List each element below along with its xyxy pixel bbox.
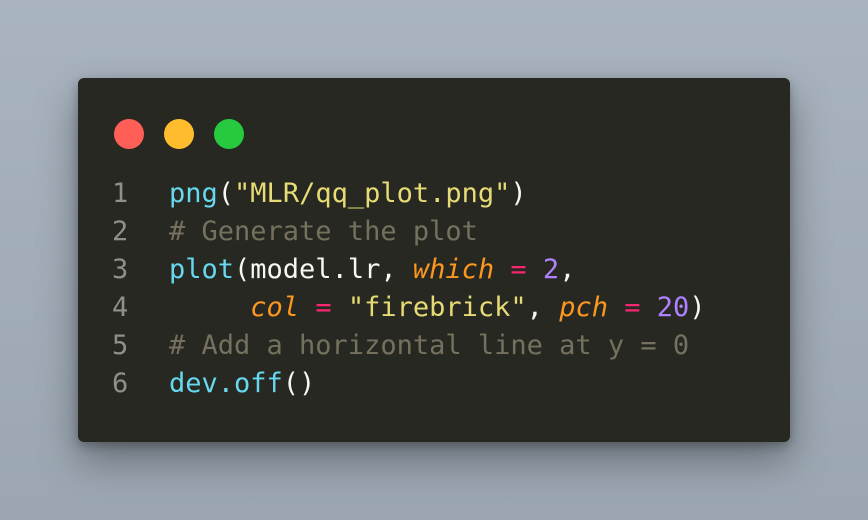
code-line: 3 plot(model.lr, which = 2, <box>112 251 706 289</box>
code-line: 4 col = "firebrick", pch = 20) <box>112 289 706 327</box>
code-token: ) <box>689 292 706 323</box>
code-token: = <box>624 292 641 323</box>
line-number: 2 <box>112 216 129 247</box>
code-token: , <box>559 254 576 285</box>
code-token: plot <box>169 254 235 285</box>
code-token: ) <box>510 178 527 209</box>
line-number: 4 <box>112 292 129 323</box>
code-token: which <box>412 254 495 285</box>
code-token: # Add a horizontal line at y = 0 <box>169 330 690 361</box>
code-token: pch <box>559 292 608 323</box>
code-token: (model.lr, <box>234 254 413 285</box>
line-source: # Generate the plot <box>169 213 478 251</box>
line-number: 1 <box>112 178 129 209</box>
line-number: 6 <box>112 368 129 399</box>
code-window: 1 png("MLR/qq_plot.png") 2 # Generate the p… <box>78 78 790 442</box>
line-source: png("MLR/qq_plot.png") <box>169 175 527 213</box>
line-source: plot(model.lr, which = 2, <box>169 251 575 289</box>
code-token: () <box>282 368 316 399</box>
code-line: 2 # Generate the plot <box>112 213 706 251</box>
code-line: 5 # Add a horizontal line at y = 0 <box>112 327 706 365</box>
line-number: 3 <box>112 254 129 285</box>
maximize-button[interactable] <box>214 119 244 149</box>
code-token: , <box>526 292 560 323</box>
code-token: "MLR/qq_plot.png" <box>234 178 511 209</box>
close-button[interactable] <box>114 119 144 149</box>
code-token: 2 <box>542 254 560 285</box>
code-token: ( <box>217 178 235 209</box>
code-token: = <box>315 292 332 323</box>
minimize-button[interactable] <box>164 119 194 149</box>
code-block: 1 png("MLR/qq_plot.png") 2 # Generate the p… <box>112 175 706 403</box>
code-line: 6 dev.off() <box>112 365 706 403</box>
line-source: # Add a horizontal line at y = 0 <box>169 327 689 365</box>
line-source: dev.off() <box>169 365 315 403</box>
line-number: 5 <box>112 330 129 361</box>
code-token: 20 <box>656 292 690 323</box>
code-line: 1 png("MLR/qq_plot.png") <box>112 175 706 213</box>
code-token: dev.off <box>169 368 283 399</box>
code-token: # Generate the plot <box>169 216 478 247</box>
line-source: col = "firebrick", pch = 20) <box>169 289 706 327</box>
code-token: "firebrick" <box>347 292 527 323</box>
code-token: png <box>169 178 218 209</box>
code-token: = <box>510 254 527 285</box>
window-controls <box>114 119 244 149</box>
code-token: col <box>250 292 300 323</box>
